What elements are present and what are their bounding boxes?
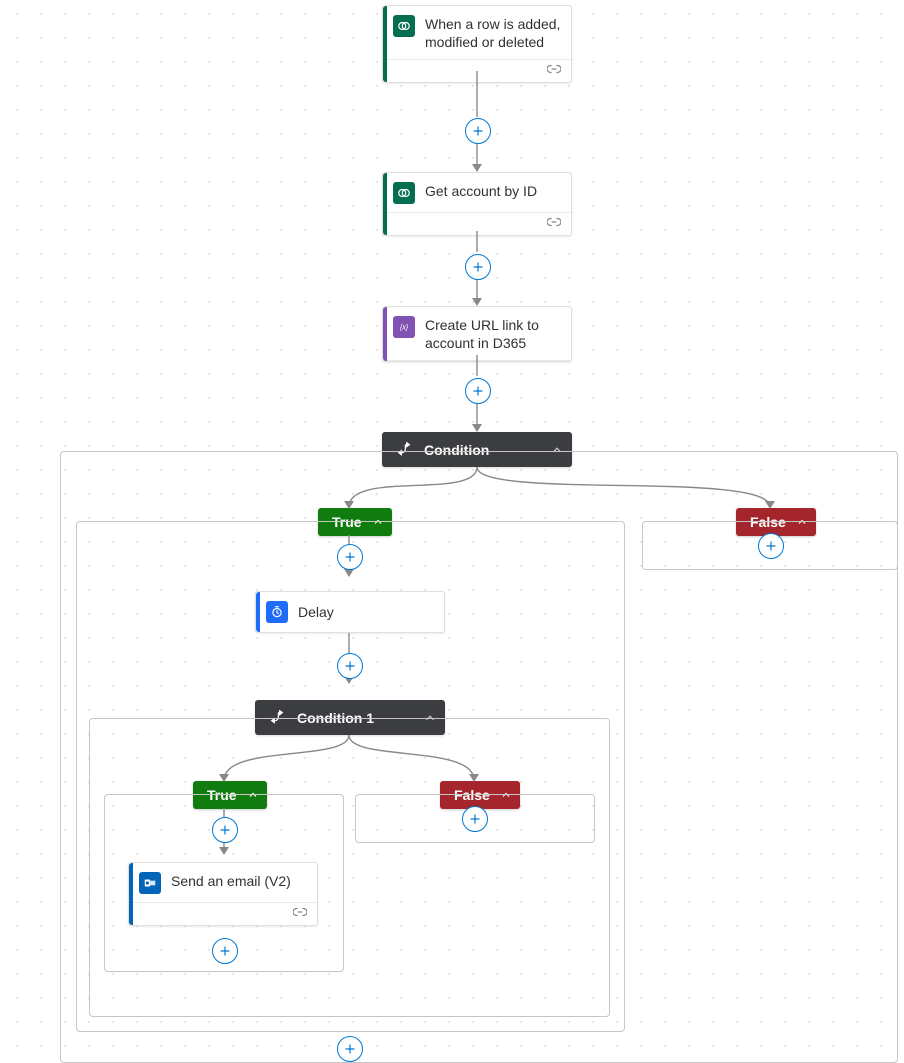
add-step-button[interactable] xyxy=(462,806,488,832)
add-step-button[interactable] xyxy=(337,653,363,679)
add-step-button[interactable] xyxy=(337,544,363,570)
add-step-button[interactable] xyxy=(337,1036,363,1062)
add-step-button[interactable] xyxy=(465,254,491,280)
add-step-button[interactable] xyxy=(465,118,491,144)
add-step-button[interactable] xyxy=(212,938,238,964)
add-step-button[interactable] xyxy=(212,817,238,843)
add-step-button[interactable] xyxy=(758,533,784,559)
flow-canvas[interactable]: When a row is added, modified or deleted… xyxy=(0,0,904,1063)
add-step-button[interactable] xyxy=(465,378,491,404)
